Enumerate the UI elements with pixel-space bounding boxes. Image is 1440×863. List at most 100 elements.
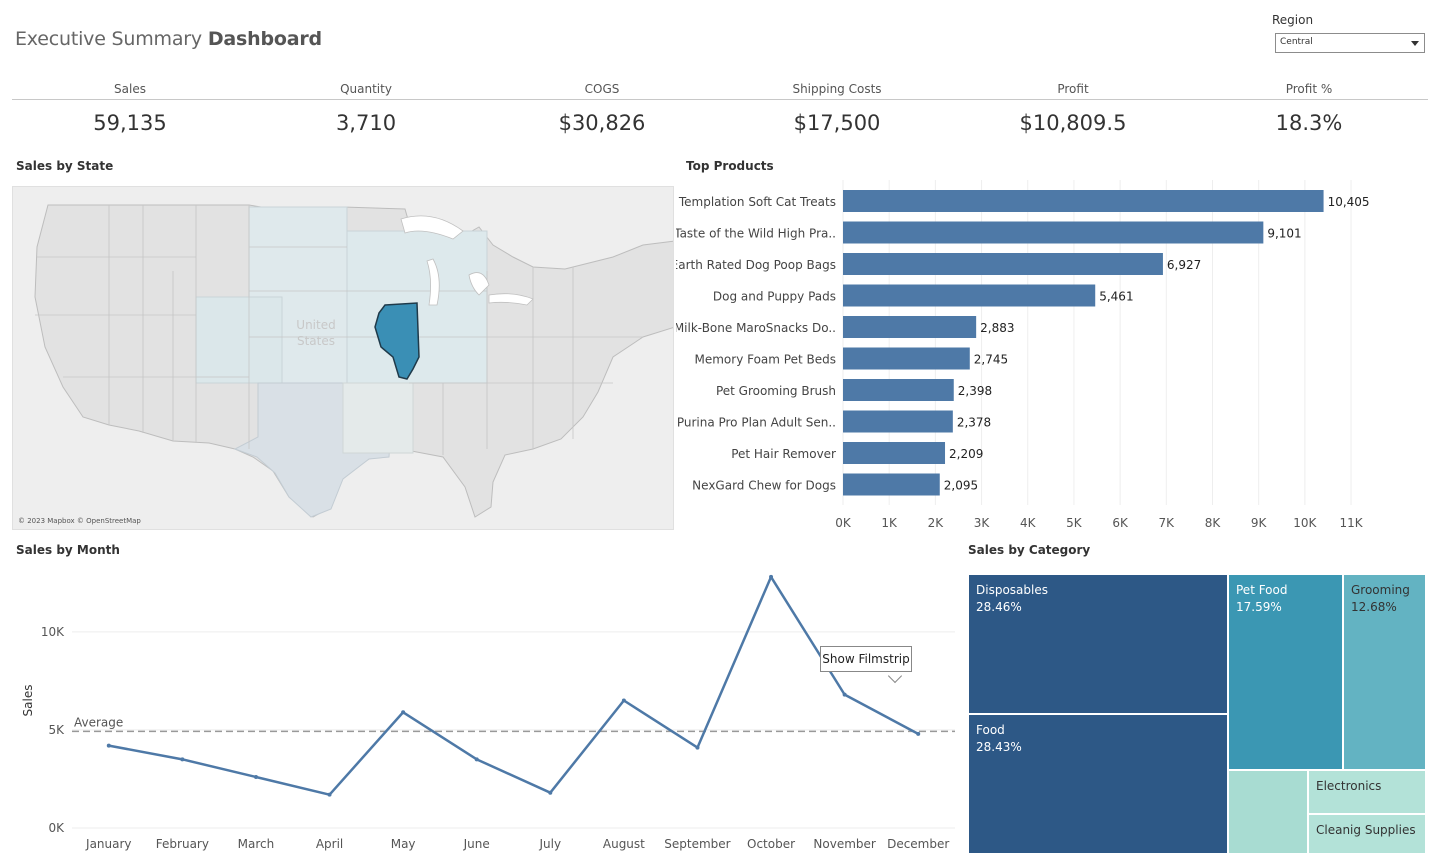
treemap-cell-label: Cleanig Supplies xyxy=(1316,823,1416,837)
bar-value-label: 5,461 xyxy=(1099,290,1133,304)
line-point xyxy=(695,745,700,750)
treemap-cell-grooming[interactable]: Grooming 12.68% xyxy=(1343,574,1426,770)
bar-value-label: 6,927 xyxy=(1167,258,1201,272)
x-tick-label: May xyxy=(391,837,416,851)
sales-by-state-map[interactable]: United States © 2023 Mapbox © OpenStreetM… xyxy=(12,186,674,530)
x-tick-label: September xyxy=(664,837,730,851)
region-dropdown[interactable]: Central xyxy=(1275,33,1425,53)
chevron-down-icon xyxy=(1411,41,1419,46)
x-tick-label: 7K xyxy=(1159,516,1176,530)
treemap-cell-food[interactable]: Food 28.43% xyxy=(968,714,1228,854)
map-title: Sales by State xyxy=(16,159,114,173)
x-tick-label: 2K xyxy=(928,516,945,530)
sales-by-category-treemap: Disposables 28.46% Food 28.43% Pet Food … xyxy=(968,574,1426,854)
bar-category-label: Memory Foam Pet Beds xyxy=(695,353,837,367)
x-tick-label: July xyxy=(538,837,561,851)
bar xyxy=(843,410,953,433)
y-tick-label: 5K xyxy=(48,723,65,737)
treemap-cell-label: Electronics xyxy=(1316,779,1382,793)
x-tick-label: 10K xyxy=(1293,516,1317,530)
x-tick-label: December xyxy=(887,837,949,851)
x-tick-label: 1K xyxy=(881,516,898,530)
treemap-cell-percent: 28.43% xyxy=(976,740,1022,754)
show-filmstrip-button[interactable]: Show Filmstrip xyxy=(820,646,912,672)
kpi-label: Sales xyxy=(114,82,146,96)
x-tick-label: 4K xyxy=(1020,516,1037,530)
kpi-label: COGS xyxy=(584,82,620,96)
bar xyxy=(843,316,977,338)
bar xyxy=(843,284,1096,307)
line-point xyxy=(842,692,847,697)
bar-category-label: NexGard Chew for Dogs xyxy=(692,479,836,493)
kpi-divider xyxy=(12,99,1428,100)
x-tick-label: January xyxy=(85,837,132,851)
sales-line xyxy=(108,575,919,796)
kpi-cogs: COGS $30,826 xyxy=(484,80,720,135)
kpi-profit: Profit $10,809.5 xyxy=(955,80,1191,135)
treemap-cell-label: Disposables xyxy=(976,583,1048,597)
x-tick-label: March xyxy=(238,837,275,851)
bar-category-label: Templation Soft Cat Treats xyxy=(678,195,836,209)
treemap-cell-percent: 12.68% xyxy=(1351,600,1397,614)
line-point xyxy=(474,757,479,762)
treemap-cell-label: Grooming xyxy=(1351,583,1410,597)
x-tick-label: April xyxy=(316,837,343,851)
kpi-label: Profit xyxy=(1057,82,1089,96)
kpi-label: Shipping Costs xyxy=(792,82,882,96)
bar xyxy=(843,221,1264,244)
bar-value-label: 9,101 xyxy=(1267,227,1301,241)
treemap-cell-label: Pet Food xyxy=(1236,583,1288,597)
kpi-value: 18.3% xyxy=(1275,111,1343,135)
treemap-cell-pet-food[interactable]: Pet Food 17.59% xyxy=(1228,574,1343,770)
region-dropdown-value: Central xyxy=(1280,37,1313,47)
line-point xyxy=(253,775,258,779)
treemap-cell-disposables[interactable]: Disposables 28.46% xyxy=(968,574,1228,714)
line-point xyxy=(327,792,332,797)
bar-value-label: 2,095 xyxy=(944,479,978,493)
bar-value-label: 2,209 xyxy=(949,447,983,461)
line-point xyxy=(401,710,406,715)
x-tick-label: 5K xyxy=(1066,516,1083,530)
x-tick-label: 3K xyxy=(974,516,991,530)
bar-category-label: Purina Pro Plan Adult Sen.. xyxy=(677,416,836,430)
treemap-cell-percent: 17.59% xyxy=(1236,600,1282,614)
line-point xyxy=(621,698,626,703)
bar-category-label: Taste of the Wild High Pra.. xyxy=(676,227,836,241)
bar-value-label: 2,745 xyxy=(974,353,1008,367)
kpi-value: $17,500 xyxy=(793,111,881,135)
bar-value-label: 2,883 xyxy=(980,321,1014,335)
x-tick-label: February xyxy=(156,837,209,851)
kpi-sales: Sales 59,135 xyxy=(12,80,248,135)
map-canvas xyxy=(34,204,673,518)
bar-category-label: Milk-Bone MaroSnacks Do.. xyxy=(676,321,836,335)
bar-category-label: Pet Grooming Brush xyxy=(716,384,836,398)
sales-by-month-line-chart: 0K 5K 10K Sales January February March April May… xyxy=(21,574,955,851)
x-tick-label: August xyxy=(603,837,645,851)
top-products-title: Top Products xyxy=(686,159,774,173)
map-region-central-west xyxy=(195,296,283,384)
top-products-bar-chart: 0K 1K 2K 3K 4K 5K 6K 7K 8K 9K 10K 11K Templation Sof… xyxy=(676,180,1370,530)
x-tick-label: November xyxy=(813,837,875,851)
bar xyxy=(843,347,970,370)
treemap-cell-label: Food xyxy=(976,723,1005,737)
treemap-cell-electronics[interactable]: Electronics xyxy=(1308,770,1426,814)
treemap-cell-cleaning-supplies[interactable]: Cleanig Supplies xyxy=(1308,814,1426,854)
average-label: Average xyxy=(74,715,123,729)
x-tick-label: October xyxy=(747,837,795,851)
kpi-label: Profit % xyxy=(1285,82,1333,96)
kpi-value: 59,135 xyxy=(93,111,167,135)
line-point xyxy=(769,574,774,579)
bar xyxy=(843,253,1163,275)
bar-category-label: Pet Hair Remover xyxy=(731,447,836,461)
treemap-cell-unlabeled[interactable] xyxy=(1228,770,1308,854)
x-tick-label: 6K xyxy=(1112,516,1129,530)
bar-value-label: 2,398 xyxy=(958,384,992,398)
bar-category-label: Dog and Puppy Pads xyxy=(713,290,836,304)
sales-by-category-title: Sales by Category xyxy=(968,543,1091,557)
x-tick-label: 8K xyxy=(1205,516,1222,530)
bar-category-label: Earth Rated Dog Poop Bags xyxy=(676,258,836,272)
y-tick-label: 10K xyxy=(41,625,65,639)
bar xyxy=(843,473,940,496)
kpi-shipping-costs: Shipping Costs $17,500 xyxy=(719,80,955,135)
kpi-value: 3,710 xyxy=(335,111,397,135)
